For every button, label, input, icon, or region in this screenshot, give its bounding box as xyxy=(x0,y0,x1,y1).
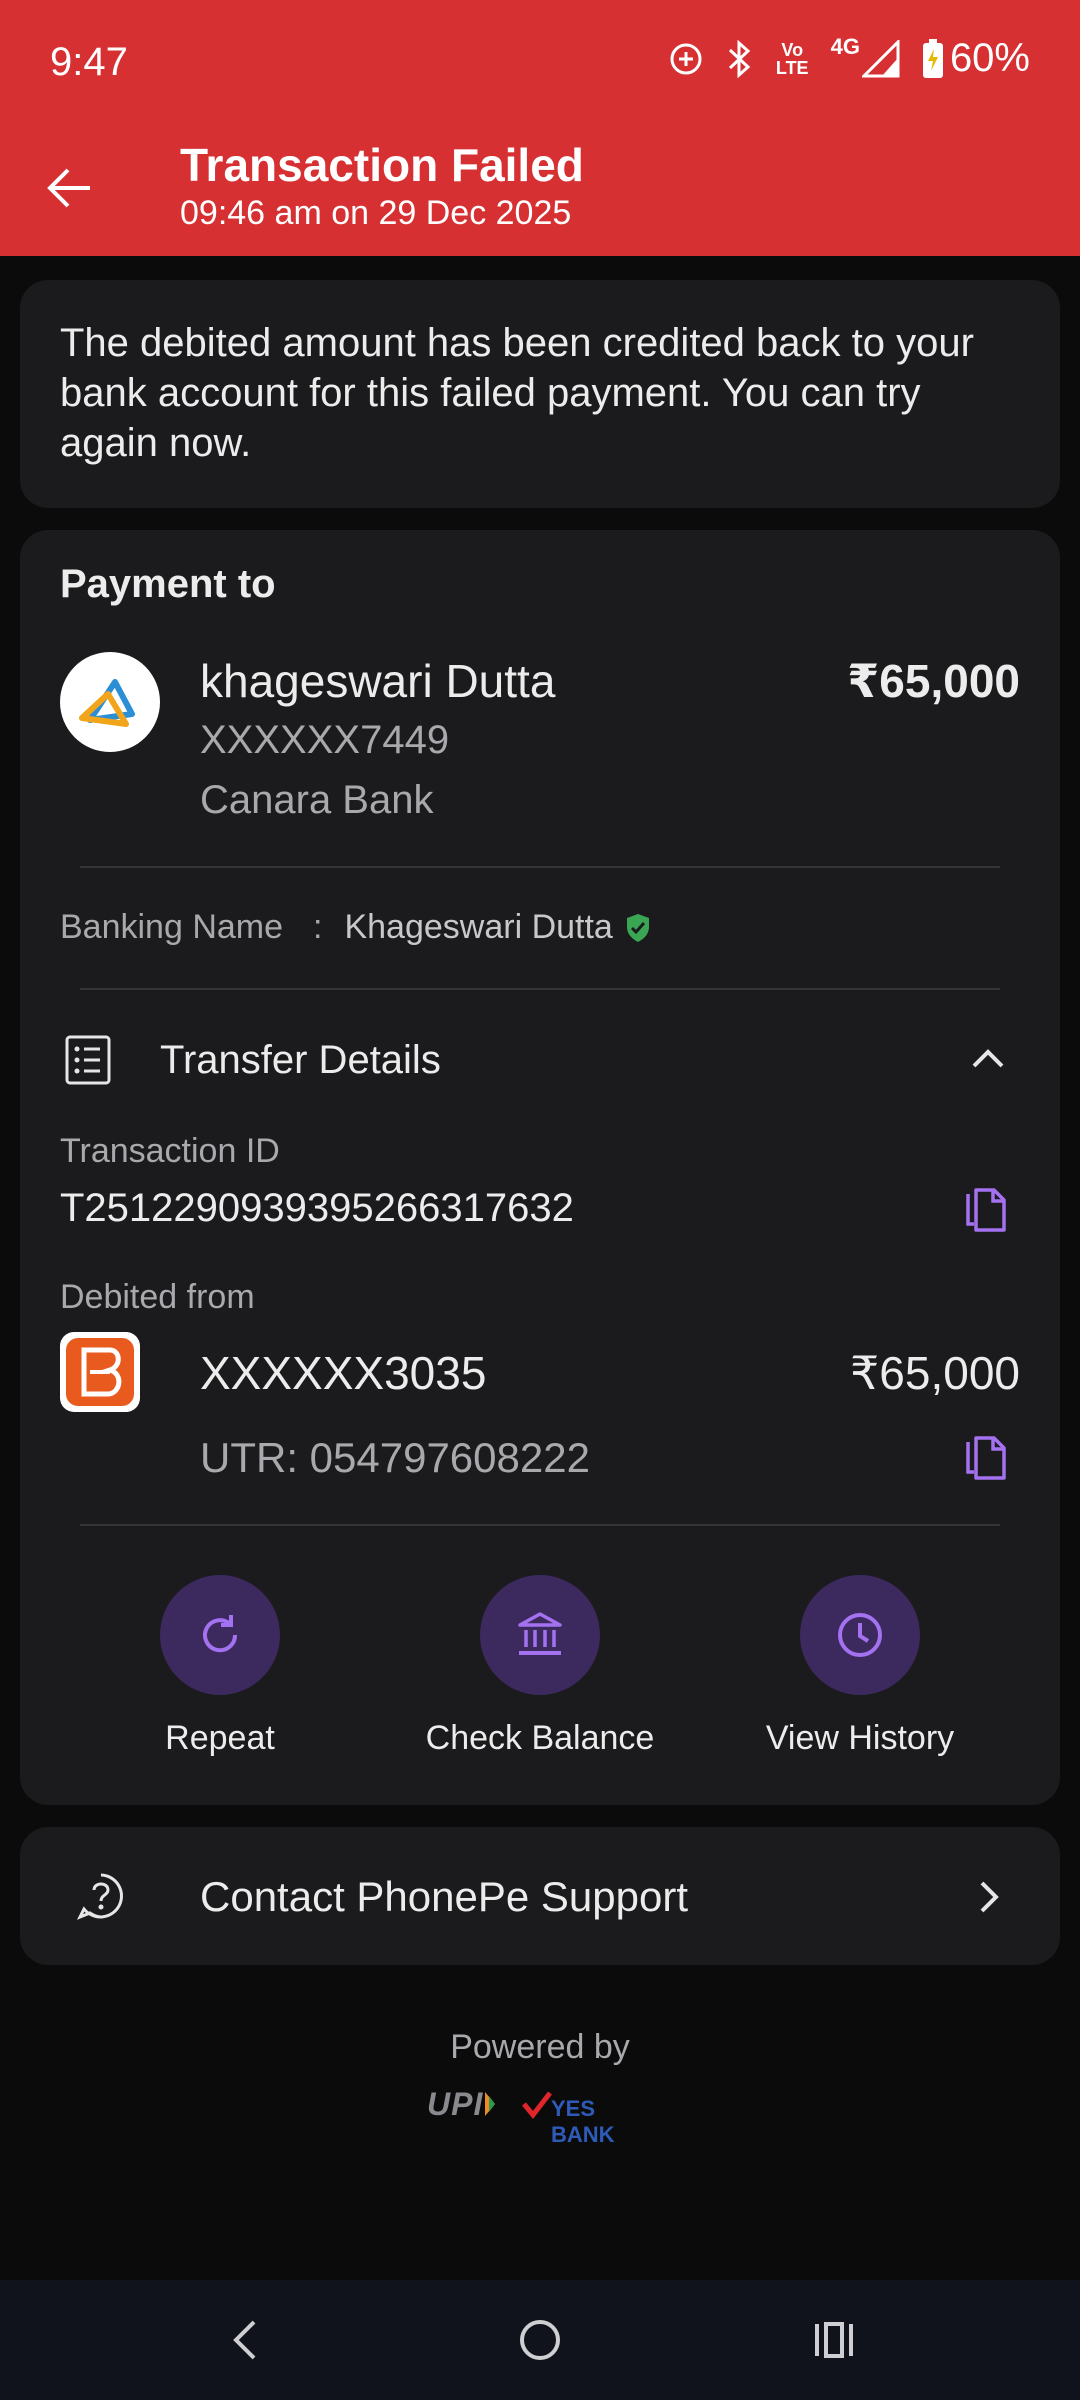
refund-notice-card: The debited amount has been credited bac… xyxy=(20,280,1060,508)
powered-by-text: Powered by xyxy=(450,2028,630,2066)
yes-bank-logo: YES BANK xyxy=(551,2096,615,2147)
status-time: 9:47 xyxy=(50,40,128,84)
upi-arrow-icon xyxy=(485,2092,495,2116)
help-circle-icon xyxy=(76,1873,123,1920)
banking-name-value: Khageswari Dutta xyxy=(344,908,613,946)
chevron-right-icon xyxy=(980,1881,999,1913)
transaction-id-label: Transaction ID xyxy=(60,1132,280,1170)
repeat-label: Repeat xyxy=(165,1719,275,1757)
view-history-button-circle[interactable] xyxy=(800,1575,920,1695)
contact-support-label: Contact PhonePe Support xyxy=(200,1873,689,1920)
back-arrow-icon[interactable] xyxy=(44,162,96,214)
payee-bank-logo-icon xyxy=(79,679,135,727)
volte-indicator: Vo LTE xyxy=(775,39,809,78)
divider xyxy=(80,988,1000,990)
payment-amount: ₹65,000 xyxy=(847,655,1020,707)
receipt-icon xyxy=(65,1035,111,1085)
partner-logos: UPI YES BANK xyxy=(425,2086,660,2147)
clock-icon xyxy=(838,1613,882,1657)
transfer-details-title[interactable]: Transfer Details xyxy=(160,1038,441,1083)
payee-bank-name: Canara Bank xyxy=(200,778,434,822)
system-navigation-bar xyxy=(0,2280,1080,2400)
check-balance-label: Check Balance xyxy=(425,1719,655,1757)
debited-from-label: Debited from xyxy=(60,1278,255,1316)
refund-notice-text: The debited amount has been credited bac… xyxy=(60,321,974,465)
transaction-id-value: T2512290939395266317632 xyxy=(60,1186,574,1230)
signal-group: 4G xyxy=(831,34,900,78)
payment-details-card: Payment to khageswari Dutta ₹65,000 XXXX… xyxy=(20,530,1060,1805)
data-saver-icon xyxy=(670,43,702,74)
debit-bank-logo xyxy=(60,1332,140,1412)
contact-support-row[interactable]: Contact PhonePe Support xyxy=(20,1827,1060,1965)
page-title: Transaction Failed xyxy=(180,139,584,191)
divider xyxy=(80,1524,1000,1526)
bluetooth-icon xyxy=(728,39,751,78)
banking-name-label: Banking Name xyxy=(60,908,284,946)
banking-name-separator: : xyxy=(313,908,323,946)
upi-logo: UPI xyxy=(427,2086,484,2122)
bank-of-baroda-logo-icon xyxy=(66,1338,134,1406)
signal-icon xyxy=(861,39,900,77)
battery-icon xyxy=(922,38,943,78)
view-history-label: View History xyxy=(765,1719,955,1757)
payee-name: khageswari Dutta xyxy=(200,655,556,707)
copy-icon[interactable] xyxy=(964,1434,1008,1482)
debit-amount: ₹65,000 xyxy=(850,1347,1020,1399)
nav-recents-icon[interactable] xyxy=(812,2316,856,2364)
nav-back-icon[interactable] xyxy=(228,2316,264,2364)
banking-name-row: Banking Name : Khageswari Dutta xyxy=(60,908,651,947)
repeat-icon xyxy=(203,1615,238,1653)
copy-icon[interactable] xyxy=(964,1186,1008,1234)
check-balance-button[interactable]: Check Balance xyxy=(390,1575,690,1758)
status-bar: 9:47 Vo LTE 4G 60% xyxy=(0,0,1080,128)
yes-bank-tick-icon xyxy=(522,2091,552,2120)
debit-account-number: XXXXXX3035 xyxy=(200,1347,487,1399)
transaction-timestamp: 09:46 am on 29 Dec 2025 xyxy=(180,194,572,232)
payment-to-title: Payment to xyxy=(60,562,276,606)
check-balance-button-circle[interactable] xyxy=(480,1575,600,1695)
nav-home-icon[interactable] xyxy=(518,2316,562,2364)
chevron-up-icon[interactable] xyxy=(968,1042,1008,1074)
payee-account-number: XXXXXX7449 xyxy=(200,718,450,762)
view-history-button[interactable]: View History xyxy=(710,1575,1010,1758)
battery-percent: 60% xyxy=(949,36,1030,80)
payee-avatar xyxy=(60,652,160,752)
header-bar: 9:47 Vo LTE 4G 60% Transaction Failed 09… xyxy=(0,0,1080,256)
repeat-button-circle[interactable] xyxy=(160,1575,280,1695)
repeat-button[interactable]: Repeat xyxy=(70,1575,370,1758)
utr-number: UTR: 054797608222 xyxy=(200,1434,590,1481)
status-icons: Vo LTE 4G 60% xyxy=(668,34,1030,81)
network-type: 4G xyxy=(830,33,860,59)
divider xyxy=(80,866,1000,868)
verified-shield-icon xyxy=(626,913,649,942)
bank-icon xyxy=(518,1612,562,1655)
